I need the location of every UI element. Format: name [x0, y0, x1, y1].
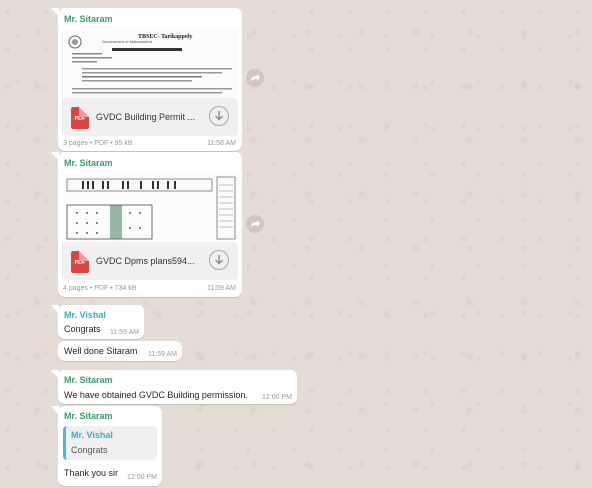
pdf-icon: PDF	[71, 251, 89, 273]
forward-icon[interactable]	[246, 69, 264, 87]
message-time: 12:00 PM	[127, 474, 157, 481]
document-message-1[interactable]: Mr. Sitaram TBSEC- Tarikappoly Governmen…	[51, 8, 242, 151]
download-icon[interactable]	[209, 106, 229, 126]
text-message-3[interactable]: Mr. Vishal Congrats 11:59 AM	[51, 305, 144, 339]
message-text: Well done Sitaram	[64, 346, 138, 356]
document-name: GVDC Dpms plans594...	[96, 256, 195, 266]
text-message-4[interactable]: Well done Sitaram 11:59 AM	[58, 341, 182, 361]
message-text: Congrats	[64, 324, 101, 334]
sender-name: Mr. Sitaram	[64, 14, 113, 24]
document-preview[interactable]: TBSEC- Tarikappoly Government of Maharas…	[62, 28, 238, 98]
document-card[interactable]: PDF GVDC Building Permit ...	[62, 98, 238, 136]
sender-name: Mr. Sitaram	[64, 158, 113, 168]
floor-plan-thumbnail	[62, 173, 238, 241]
message-time: 11:59 AM	[147, 351, 177, 358]
document-meta: 3 pages • PDF • 95 kB	[63, 140, 133, 147]
document-line-1: Government of Maharashtra	[102, 39, 153, 44]
document-preview[interactable]	[62, 173, 238, 241]
quoted-sender: Mr. Vishal	[71, 430, 113, 440]
message-text: We have obtained GVDC Building permissio…	[64, 390, 248, 400]
reply-message-6[interactable]: Mr. Sitaram Mr. Vishal Congrats Thank yo…	[51, 406, 162, 486]
sender-name: Mr. Sitaram	[64, 375, 113, 385]
document-meta: 4 pages • PDF • 734 kB	[63, 285, 137, 292]
forward-icon[interactable]	[246, 215, 264, 233]
message-time: 11:58 AM	[206, 140, 236, 147]
document-message-2[interactable]: Mr. Sitaram PDF GVDC Dpms plans594... 4 …	[51, 152, 242, 297]
quoted-text: Congrats	[71, 445, 108, 455]
message-time: 12:00 PM	[262, 394, 292, 401]
sender-name: Mr. Sitaram	[64, 411, 113, 421]
sender-name: Mr. Vishal	[64, 310, 106, 320]
quoted-message[interactable]: Mr. Vishal Congrats	[63, 426, 157, 460]
message-time: 11:59 AM	[206, 285, 236, 292]
document-card[interactable]: PDF GVDC Dpms plans594...	[62, 242, 238, 280]
download-icon[interactable]	[209, 250, 229, 270]
message-text: Thank you sir	[64, 468, 119, 478]
message-time: 11:59 AM	[109, 329, 139, 336]
text-message-5[interactable]: Mr. Sitaram We have obtained GVDC Buildi…	[51, 370, 297, 404]
pdf-icon: PDF	[71, 107, 89, 129]
document-name: GVDC Building Permit ...	[96, 112, 196, 122]
